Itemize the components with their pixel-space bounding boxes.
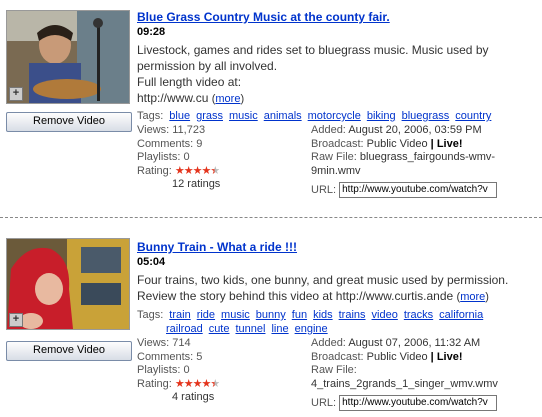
comments-count: Comments: 9 — [137, 137, 203, 150]
tag-link[interactable]: music — [221, 309, 250, 321]
added-label: Added: — [311, 124, 346, 136]
tag-link[interactable]: california — [439, 309, 483, 321]
tag-link[interactable]: train — [169, 309, 190, 321]
tag-link[interactable]: tracks — [404, 309, 433, 321]
rating-stars-icon: ★★★★★ — [174, 164, 220, 177]
more-link[interactable]: more — [460, 291, 485, 303]
tags-row: Tags: blue grass music animals motorcycle biki… — [137, 109, 537, 123]
description-text-2: Review the story behind this video at ht… — [137, 289, 454, 303]
video-stats: Views: 11,723 Comments: 9 Playlists: 0 R… — [137, 124, 220, 192]
description-text-3: http://www.cu — [137, 91, 209, 105]
star-icon: ★ — [210, 377, 220, 390]
tag-link[interactable]: tunnel — [235, 323, 265, 335]
views-count: Views: 11,723 — [137, 124, 206, 136]
tags-label: Tags: — [137, 110, 164, 122]
remove-video-button[interactable]: Remove Video — [6, 341, 132, 361]
rating-label: Rating: — [137, 377, 172, 390]
video-description: Livestock, games and rides set to bluegr… — [137, 43, 489, 105]
video-duration: 09:28 — [137, 26, 166, 38]
tag-link[interactable]: ride — [197, 309, 215, 321]
tag-link[interactable]: bluegrass — [402, 110, 450, 122]
live-status: Live! — [436, 350, 463, 363]
rawfile-label: Raw File: — [311, 151, 357, 163]
star-icon: ★ — [183, 377, 194, 390]
video-duration: 05:04 — [137, 256, 166, 268]
broadcast-label: Broadcast: — [311, 137, 364, 150]
url-field[interactable]: http://www.youtube.com/watch?v — [339, 182, 498, 198]
more-link[interactable]: more — [215, 93, 240, 105]
url-label: URL: — [311, 396, 337, 409]
tag-link[interactable]: line — [271, 323, 288, 335]
video-meta: Added: August 07, 2006, 11:32 AM Broadca… — [311, 337, 537, 411]
tag-link[interactable]: animals — [264, 110, 302, 122]
description-text: Four trains, two kids, one bunny, and gr… — [137, 273, 509, 287]
comments-count: Comments: 5 — [137, 350, 203, 363]
tag-link[interactable]: blue — [169, 110, 190, 122]
kid-thumbnail-image — [7, 239, 129, 329]
rating-stars-icon: ★★★★★ — [174, 377, 220, 390]
rating-row: Rating: ★★★★★ — [137, 165, 220, 179]
star-icon: ★ — [210, 164, 220, 177]
video-meta: Added: August 20, 2006, 03:59 PM Broadca… — [311, 124, 537, 198]
add-plus-icon[interactable]: + — [9, 313, 23, 327]
star-icon: ★ — [192, 377, 203, 390]
video-description: Four trains, two kids, one bunny, and gr… — [137, 273, 509, 303]
ratings-count: 4 ratings — [172, 391, 215, 403]
star-icon: ★ — [174, 164, 185, 177]
playlists-count: Playlists: 0 — [137, 364, 190, 376]
tag-link[interactable]: bunny — [256, 309, 286, 321]
tag-link[interactable]: motorcycle — [308, 110, 361, 122]
star-icon: ★ — [192, 164, 203, 177]
broadcast-label: Broadcast: — [311, 350, 364, 363]
tag-link[interactable]: fun — [292, 309, 307, 321]
tag-link[interactable]: biking — [367, 110, 396, 122]
url-field[interactable]: http://www.youtube.com/watch?v — [339, 395, 498, 411]
rawfile-label: Raw File: — [311, 364, 357, 376]
add-plus-icon[interactable]: + — [9, 87, 23, 101]
playlists-count: Playlists: 0 — [137, 151, 190, 163]
video-entry: + Remove Video Bunny Train - What a ride… — [0, 226, 542, 417]
video-title-link[interactable]: Bunny Train - What a ride !!! — [137, 240, 297, 254]
rating-label: Rating: — [137, 164, 172, 177]
description-text-2: Full length video at: — [137, 75, 242, 89]
star-icon: ★ — [174, 377, 185, 390]
ratings-count: 12 ratings — [172, 178, 221, 190]
views-count: Views: 714 — [137, 337, 191, 349]
added-date: August 20, 2006, 03:59 PM — [348, 124, 482, 136]
tag-link[interactable]: kids — [313, 309, 333, 321]
divider — [0, 217, 542, 218]
video-thumbnail[interactable]: + — [6, 10, 130, 104]
tag-link[interactable]: grass — [196, 110, 223, 122]
tag-link[interactable]: engine — [295, 323, 328, 335]
tag-link[interactable]: country — [455, 110, 491, 122]
tag-link[interactable]: trains — [339, 309, 366, 321]
star-icon: ★ — [183, 164, 194, 177]
broadcast-value: Public Video — [366, 137, 428, 150]
tag-link[interactable]: music — [229, 110, 258, 122]
live-status: Live! — [436, 137, 463, 150]
description-text: Livestock, games and rides set to bluegr… — [137, 43, 489, 73]
tag-link[interactable]: railroad — [166, 323, 203, 335]
added-label: Added: — [311, 337, 346, 349]
video-entry: + Remove Video Blue Grass Country Music … — [0, 0, 542, 210]
video-thumbnail[interactable]: + — [6, 238, 130, 330]
tag-link[interactable]: video — [372, 309, 398, 321]
video-title-link[interactable]: Blue Grass Country Music at the county f… — [137, 10, 390, 24]
tag-link[interactable]: cute — [209, 323, 230, 335]
musician-thumbnail-image — [7, 11, 129, 103]
remove-video-button[interactable]: Remove Video — [6, 112, 132, 132]
url-label: URL: — [311, 183, 337, 196]
tags-row: Tags: train ride music bunny fun kids trains vid… — [137, 308, 537, 336]
video-stats: Views: 714 Comments: 5 Playlists: 0 Rati… — [137, 337, 220, 405]
added-date: August 07, 2006, 11:32 AM — [348, 337, 481, 349]
rawfile-name: 4_trains_2grands_1_singer_wmv.wmv — [311, 377, 498, 390]
broadcast-value: Public Video — [366, 350, 428, 363]
tags-label: Tags: — [137, 309, 164, 321]
rating-row: Rating: ★★★★★ — [137, 377, 220, 392]
